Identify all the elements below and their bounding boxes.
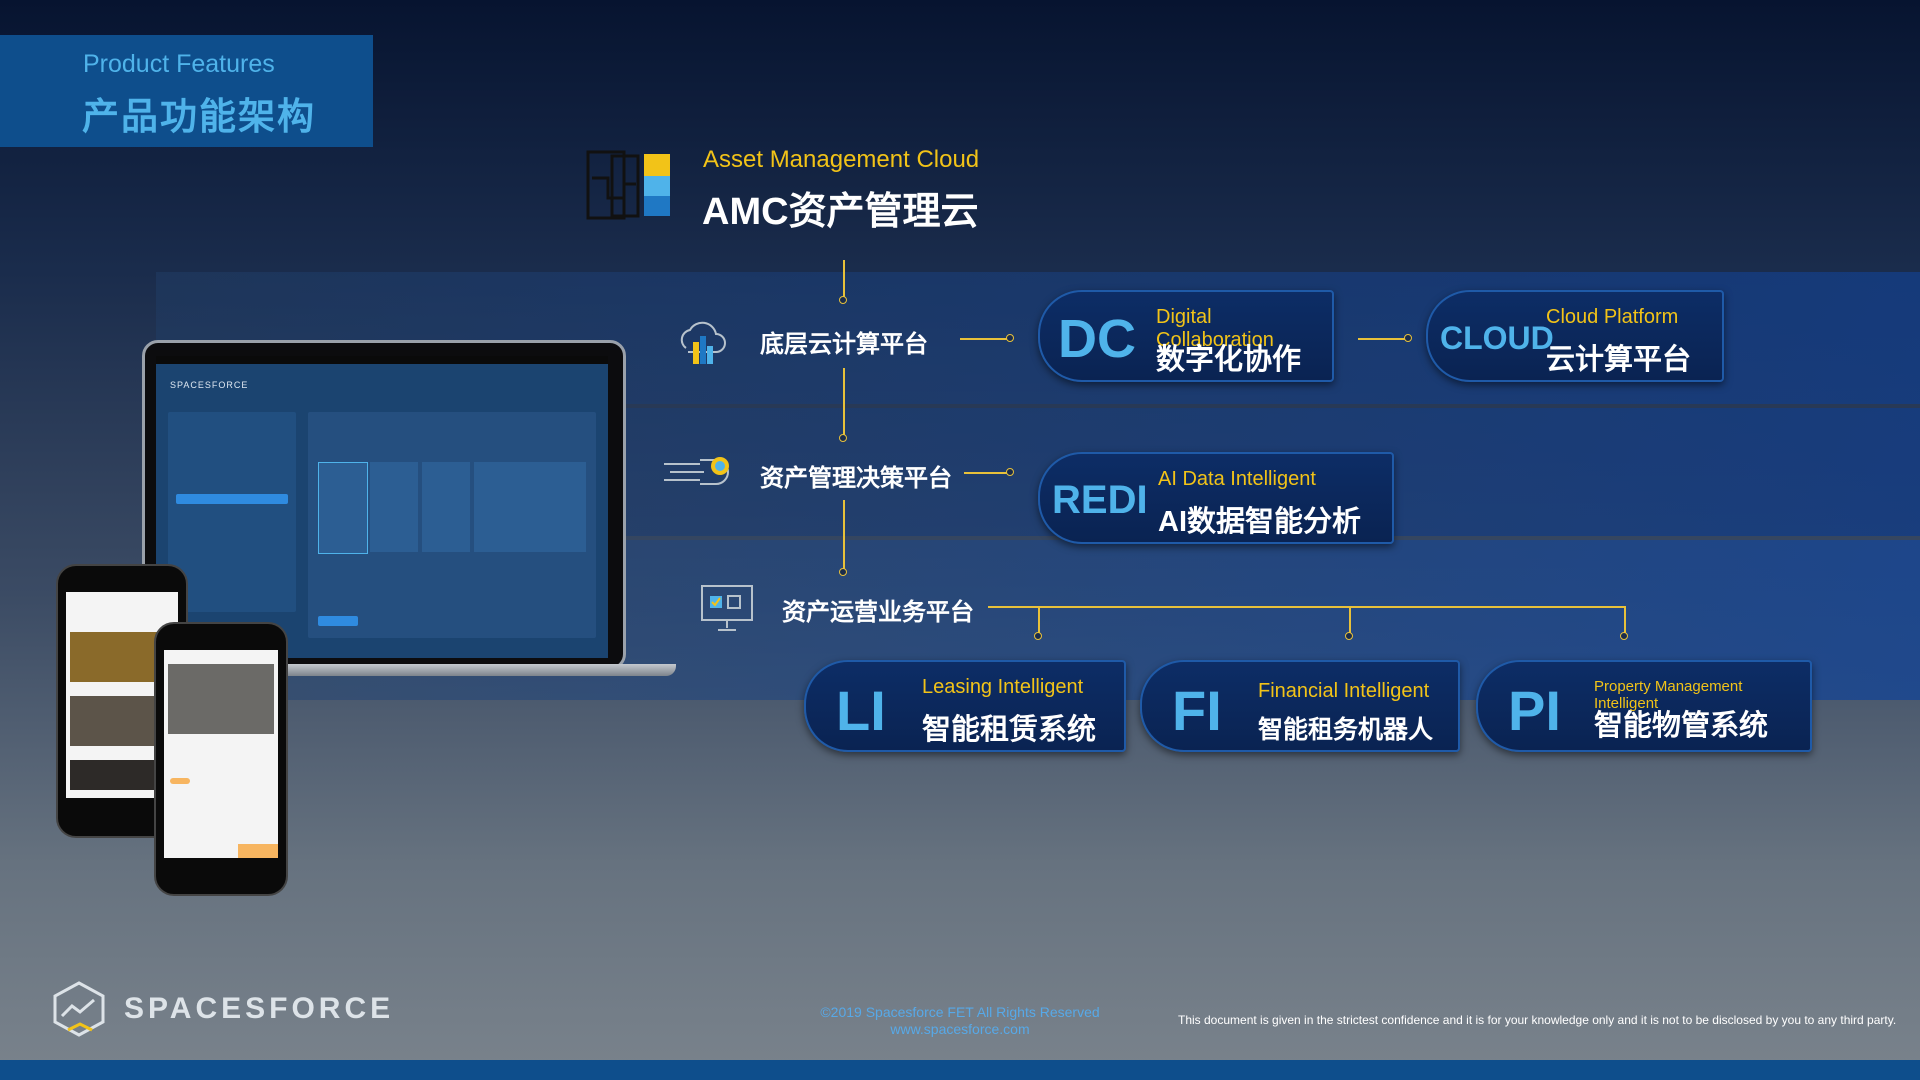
- phone-screen: [164, 650, 278, 858]
- module-zh: 智能物管系统: [1594, 710, 1769, 742]
- bottom-bar: [0, 1060, 1920, 1080]
- amc-title-zh: AMC资产管理云: [702, 191, 979, 233]
- layer-label-cloud: 底层云计算平台: [760, 331, 928, 358]
- connector-dot: [839, 568, 847, 576]
- module-abbr: REDI: [1052, 478, 1148, 522]
- disclaimer: This document is given in the strictest …: [1178, 1013, 1897, 1027]
- connector-line: [964, 472, 1010, 474]
- module-abbr: FI: [1172, 679, 1222, 742]
- amc-title-en: Asset Management Cloud: [703, 146, 980, 173]
- connector-line: [843, 260, 845, 298]
- connector-dot: [839, 296, 847, 304]
- connector-line: [843, 368, 845, 436]
- monitor-icon: [701, 585, 753, 631]
- module-abbr: DC: [1058, 309, 1136, 369]
- module-abbr: CLOUD: [1440, 320, 1554, 356]
- connector-dot: [839, 434, 847, 442]
- connector-dot: [1404, 334, 1412, 342]
- laptop-panel: [308, 412, 596, 638]
- layer-label-operations: 资产运营业务平台: [782, 599, 974, 626]
- module-en: AI Data Intelligent: [1158, 468, 1316, 490]
- connector-line: [843, 500, 845, 570]
- amc-logo-icon: [586, 150, 670, 220]
- connector-dot: [1620, 632, 1628, 640]
- cloud-chart-icon: [680, 321, 726, 364]
- connector-dot: [1034, 632, 1042, 640]
- phone-mockup: [154, 622, 288, 896]
- layer-label-decision: 资产管理决策平台: [760, 465, 952, 492]
- connector-dot: [1345, 632, 1353, 640]
- connector-line: [960, 338, 1010, 340]
- module-fi[interactable]: FI Financial Intelligent 智能租务机器人: [1140, 660, 1460, 752]
- module-pi[interactable]: PI Property Management Intelligent 智能物管系…: [1476, 660, 1812, 752]
- module-cloud[interactable]: CLOUD Cloud Platform 云计算平台: [1426, 290, 1724, 382]
- module-en: Leasing Intelligent: [922, 676, 1084, 698]
- website-link[interactable]: www.spacesforce.com: [740, 1021, 1180, 1038]
- module-en: Cloud Platform: [1546, 306, 1679, 328]
- module-zh: AI数据智能分析: [1158, 506, 1362, 538]
- connector-dot: [1006, 468, 1014, 476]
- page-title-en: Product Features: [83, 50, 275, 78]
- pointing-hand-icon: [664, 457, 729, 485]
- module-en: Financial Intelligent: [1258, 680, 1430, 702]
- footer-logo: SPACESFORCE: [124, 992, 395, 1025]
- copyright: ©2019 Spacesforce FET All Rights Reserve…: [740, 1004, 1180, 1038]
- module-li[interactable]: LI Leasing Intelligent 智能租赁系统: [804, 660, 1126, 752]
- copyright-text: ©2019 Spacesforce FET All Rights Reserve…: [820, 1004, 1100, 1020]
- connector-dot: [1006, 334, 1014, 342]
- spacesforce-logo-icon: [53, 981, 105, 1037]
- connector-line: [1358, 338, 1408, 340]
- module-dc[interactable]: DC Digital Collaboration 数字化协作: [1038, 290, 1334, 382]
- module-zh: 数字化协作: [1156, 344, 1302, 376]
- module-redi[interactable]: REDI AI Data Intelligent AI数据智能分析: [1038, 452, 1394, 544]
- connector-line: [988, 606, 1626, 608]
- module-zh: 云计算平台: [1546, 344, 1692, 376]
- module-abbr: PI: [1508, 679, 1561, 742]
- laptop-brand: SPACESFORCE: [170, 380, 249, 390]
- module-abbr: LI: [836, 679, 886, 742]
- module-zh: 智能租务机器人: [1258, 716, 1434, 744]
- page-title-zh: 产品功能架构: [82, 96, 316, 137]
- module-zh: 智能租赁系统: [922, 714, 1097, 746]
- laptop-screen: SPACESFORCE: [156, 356, 608, 658]
